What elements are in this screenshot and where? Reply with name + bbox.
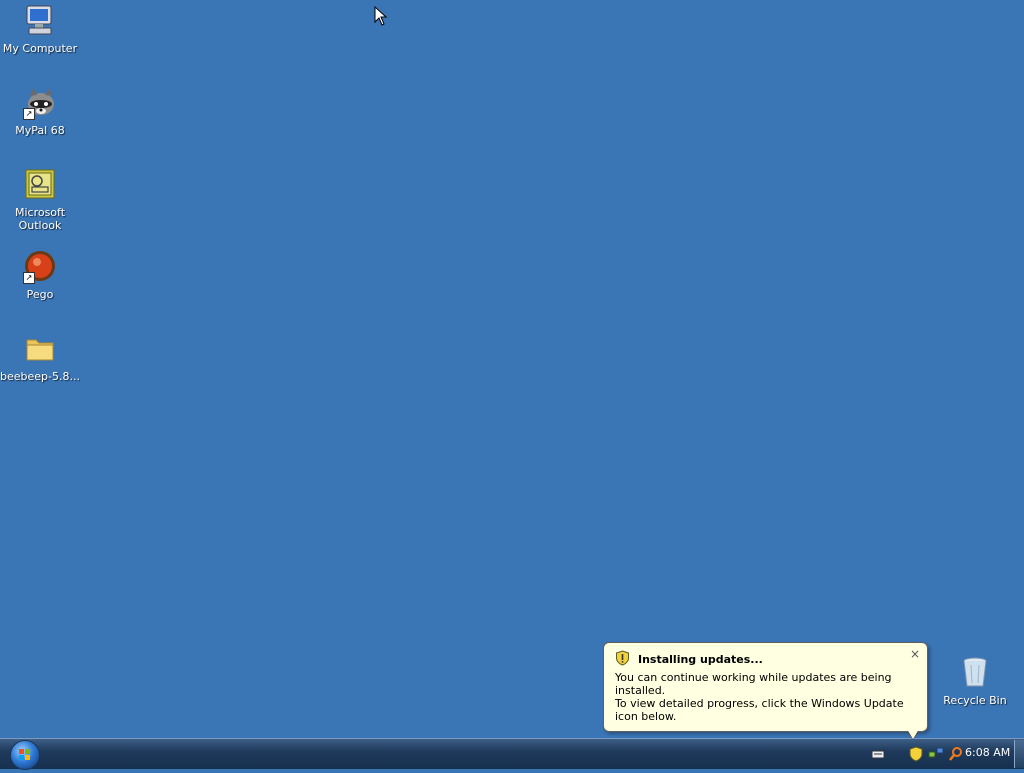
balloon-body: You can continue working while updates a… bbox=[615, 671, 920, 723]
desktop-icon-recycle-bin[interactable]: Recycle Bin bbox=[935, 656, 1015, 707]
desktop: My Computer ↗ MyPal 68 Microsoft Outlook… bbox=[0, 0, 1024, 738]
desktop-icon-label: My Computer bbox=[2, 42, 78, 55]
desktop-icon-mypal[interactable]: ↗ MyPal 68 bbox=[0, 86, 80, 137]
desktop-icon-my-computer[interactable]: My Computer bbox=[0, 4, 80, 55]
balloon-text-line: You can continue working while updates a… bbox=[615, 671, 892, 697]
desktop-icon-label: Recycle Bin bbox=[943, 694, 1007, 707]
raccoon-icon: ↗ bbox=[23, 86, 57, 120]
windows-update-icon[interactable] bbox=[908, 745, 924, 762]
windows-logo-icon bbox=[19, 749, 30, 760]
close-icon[interactable]: × bbox=[909, 648, 921, 660]
desktop-icon-outlook[interactable]: Microsoft Outlook bbox=[0, 168, 80, 232]
desktop-icon-label: MyPal 68 bbox=[15, 124, 65, 137]
desktop-icon-label: beebeep-5.8... bbox=[0, 370, 80, 383]
shortcut-arrow-icon: ↗ bbox=[23, 108, 35, 120]
desktop-icon-label: Microsoft Outlook bbox=[14, 206, 66, 232]
windows-update-shield-icon bbox=[615, 650, 630, 669]
desktop-icon-label: Pego bbox=[26, 288, 54, 301]
computer-icon bbox=[23, 4, 57, 38]
desktop-icon-beebeep-folder[interactable]: beebeep-5.8... bbox=[0, 332, 80, 383]
start-button[interactable] bbox=[10, 740, 40, 770]
update-notification-balloon[interactable]: Installing updates... × You can continue… bbox=[603, 642, 928, 732]
mouse-cursor-icon bbox=[374, 5, 388, 26]
folder-icon bbox=[23, 332, 57, 366]
balloon-title: Installing updates... bbox=[638, 653, 763, 666]
pego-icon: ↗ bbox=[23, 250, 57, 284]
shortcut-arrow-icon: ↗ bbox=[23, 272, 35, 284]
search-icon[interactable] bbox=[948, 746, 964, 762]
balloon-text-line: To view detailed progress, click the Win… bbox=[615, 697, 904, 723]
recycle-bin-icon bbox=[958, 656, 992, 690]
taskbar-clock[interactable]: 6:08 AM bbox=[965, 740, 1010, 766]
show-desktop-button[interactable] bbox=[1014, 740, 1024, 768]
outlook-icon bbox=[23, 168, 57, 202]
desktop-icon-pego[interactable]: ↗ Pego bbox=[0, 250, 80, 301]
balloon-header: Installing updates... bbox=[615, 650, 763, 669]
keyboard-icon[interactable] bbox=[870, 746, 886, 762]
network-icon[interactable] bbox=[928, 746, 944, 762]
